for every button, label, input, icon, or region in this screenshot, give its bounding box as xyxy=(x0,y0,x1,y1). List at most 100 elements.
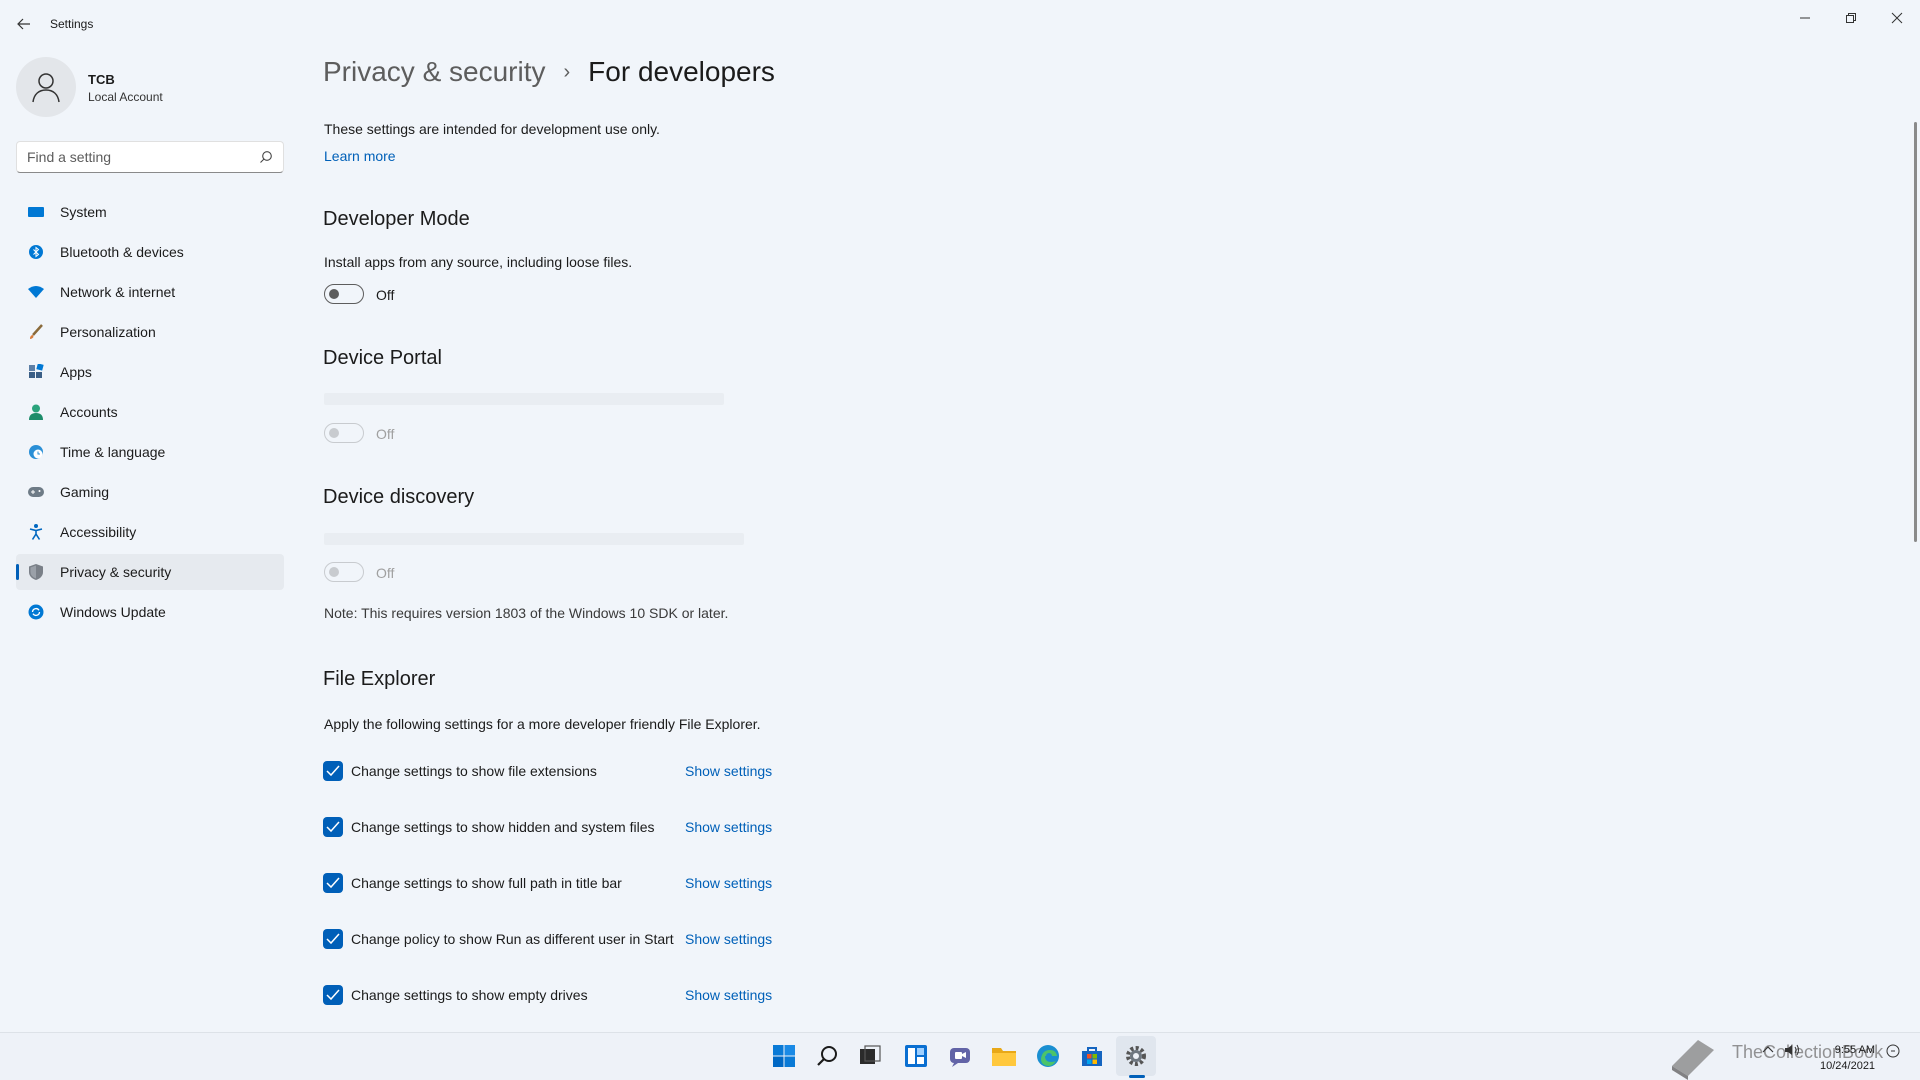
restore-button[interactable] xyxy=(1828,4,1874,32)
accessibility-icon xyxy=(28,524,44,540)
taskbar-search-button[interactable] xyxy=(808,1036,848,1076)
widgets-button[interactable] xyxy=(896,1036,936,1076)
sidebar-item-label: Time & language xyxy=(60,444,166,460)
store-button[interactable] xyxy=(1072,1036,1112,1076)
store-icon xyxy=(1082,1047,1102,1066)
breadcrumb: Privacy & security › For developers xyxy=(323,56,775,88)
settings-icon xyxy=(1126,1046,1146,1066)
hidden-files-checkbox[interactable] xyxy=(323,817,343,837)
apps-icon xyxy=(28,364,44,380)
device-portal-heading: Device Portal xyxy=(323,347,442,369)
show-settings-link[interactable]: Show settings xyxy=(685,763,772,779)
device-discovery-state: Off xyxy=(376,565,395,581)
sidebar-item-label: Apps xyxy=(60,364,92,380)
notification-icon[interactable] xyxy=(1886,1044,1900,1061)
time-text: 9:55 AM xyxy=(1834,1044,1876,1056)
edge-button[interactable] xyxy=(1028,1036,1068,1076)
file-extensions-option: Change settings to show file extensions xyxy=(323,760,597,782)
date-text: 10/24/2021 xyxy=(1820,1060,1876,1072)
clock[interactable]: 9:55 AM 10/24/2021 xyxy=(1820,1042,1875,1074)
hidden-files-option: Change settings to show hidden and syste… xyxy=(323,816,655,838)
file-explorer-description: Apply the following settings for a more … xyxy=(324,716,761,732)
sidebar-item-label: System xyxy=(60,204,107,220)
sidebar-item-label: Bluetooth & devices xyxy=(60,244,184,260)
task-view-icon xyxy=(860,1045,881,1064)
show-settings-link[interactable]: Show settings xyxy=(685,931,772,947)
device-discovery-note: Note: This requires version 1803 of the … xyxy=(324,605,729,621)
minimize-button[interactable] xyxy=(1782,4,1828,32)
task-view-button[interactable] xyxy=(850,1036,890,1076)
search-icon xyxy=(817,1046,837,1066)
device-portal-state: Off xyxy=(376,426,395,442)
checkmark-icon xyxy=(326,877,340,889)
user-account-type: Local Account xyxy=(88,90,163,104)
user-name: TCB xyxy=(88,72,115,87)
sidebar-item-bluetooth[interactable]: Bluetooth & devices xyxy=(16,234,284,270)
empty-drives-label: Change settings to show empty drives xyxy=(351,987,588,1003)
developer-mode-description: Install apps from any source, including … xyxy=(324,254,633,270)
book-icon xyxy=(1672,1040,1714,1080)
sidebar-item-label: Network & internet xyxy=(60,284,176,300)
minimize-icon xyxy=(1800,17,1810,19)
developer-mode-state: Off xyxy=(376,287,395,303)
tray-overflow-icon[interactable] xyxy=(1762,1044,1774,1059)
back-arrow-icon xyxy=(17,18,30,30)
sidebar-item-windows-update[interactable]: Windows Update xyxy=(16,594,284,630)
app-title: Settings xyxy=(50,17,94,31)
page-title: For developers xyxy=(588,56,775,87)
device-discovery-toggle[interactable] xyxy=(324,562,364,582)
start-icon xyxy=(773,1045,795,1067)
show-settings-link[interactable]: Show settings xyxy=(685,875,772,891)
full-path-label: Change settings to show full path in tit… xyxy=(351,875,622,891)
show-settings-link[interactable]: Show settings xyxy=(685,819,772,835)
scrollbar[interactable] xyxy=(1914,122,1917,542)
file-extensions-checkbox[interactable] xyxy=(323,761,343,781)
sidebar-item-time-language[interactable]: Time & language xyxy=(16,434,284,470)
file-explorer-heading: File Explorer xyxy=(323,668,436,690)
intro-text: These settings are intended for developm… xyxy=(324,121,660,137)
avatar[interactable] xyxy=(16,57,76,117)
sidebar-item-accounts[interactable]: Accounts xyxy=(16,394,284,430)
start-button[interactable] xyxy=(764,1036,804,1076)
empty-drives-checkbox[interactable] xyxy=(323,985,343,1005)
sidebar-item-system[interactable]: System xyxy=(16,194,284,230)
sidebar-item-label: Privacy & security xyxy=(60,564,172,580)
search-input[interactable] xyxy=(17,142,237,172)
person-icon xyxy=(28,404,44,420)
sidebar-item-network[interactable]: Network & internet xyxy=(16,274,284,310)
checkmark-icon xyxy=(326,821,340,833)
full-path-checkbox[interactable] xyxy=(323,873,343,893)
breadcrumb-parent[interactable]: Privacy & security xyxy=(323,56,546,88)
file-explorer-button[interactable] xyxy=(984,1036,1024,1076)
developer-mode-toggle[interactable] xyxy=(324,284,364,304)
back-button[interactable] xyxy=(12,12,36,36)
device-discovery-description-faded xyxy=(324,533,744,545)
sidebar-item-personalization[interactable]: Personalization xyxy=(16,314,284,350)
sidebar-item-accessibility[interactable]: Accessibility xyxy=(16,514,284,550)
run-as-checkbox[interactable] xyxy=(323,929,343,949)
close-button[interactable] xyxy=(1874,4,1920,32)
brush-icon xyxy=(28,324,44,340)
gamepad-icon xyxy=(28,484,44,500)
breadcrumb-separator: › xyxy=(563,60,571,83)
person-avatar-icon xyxy=(32,73,60,103)
search-icon[interactable] xyxy=(259,150,273,164)
run-as-option: Change policy to show Run as different u… xyxy=(323,928,674,950)
device-portal-toggle[interactable] xyxy=(324,423,364,443)
learn-more-link[interactable]: Learn more xyxy=(324,148,396,164)
checkmark-icon xyxy=(326,933,340,945)
volume-icon[interactable] xyxy=(1784,1044,1800,1059)
sidebar-item-gaming[interactable]: Gaming xyxy=(16,474,284,510)
search-box[interactable] xyxy=(16,141,284,173)
chat-button[interactable] xyxy=(940,1036,980,1076)
chat-icon xyxy=(950,1048,970,1067)
sidebar-item-apps[interactable]: Apps xyxy=(16,354,284,390)
sidebar-item-privacy-security[interactable]: Privacy & security xyxy=(16,554,284,590)
sidebar-item-label: Gaming xyxy=(60,484,110,500)
toggle-knob xyxy=(329,567,339,577)
sidebar-item-label: Accessibility xyxy=(60,524,137,540)
show-settings-link[interactable]: Show settings xyxy=(685,987,772,1003)
settings-taskbar-button[interactable] xyxy=(1116,1036,1156,1076)
toggle-knob xyxy=(329,428,339,438)
empty-drives-option: Change settings to show empty drives xyxy=(323,984,588,1006)
